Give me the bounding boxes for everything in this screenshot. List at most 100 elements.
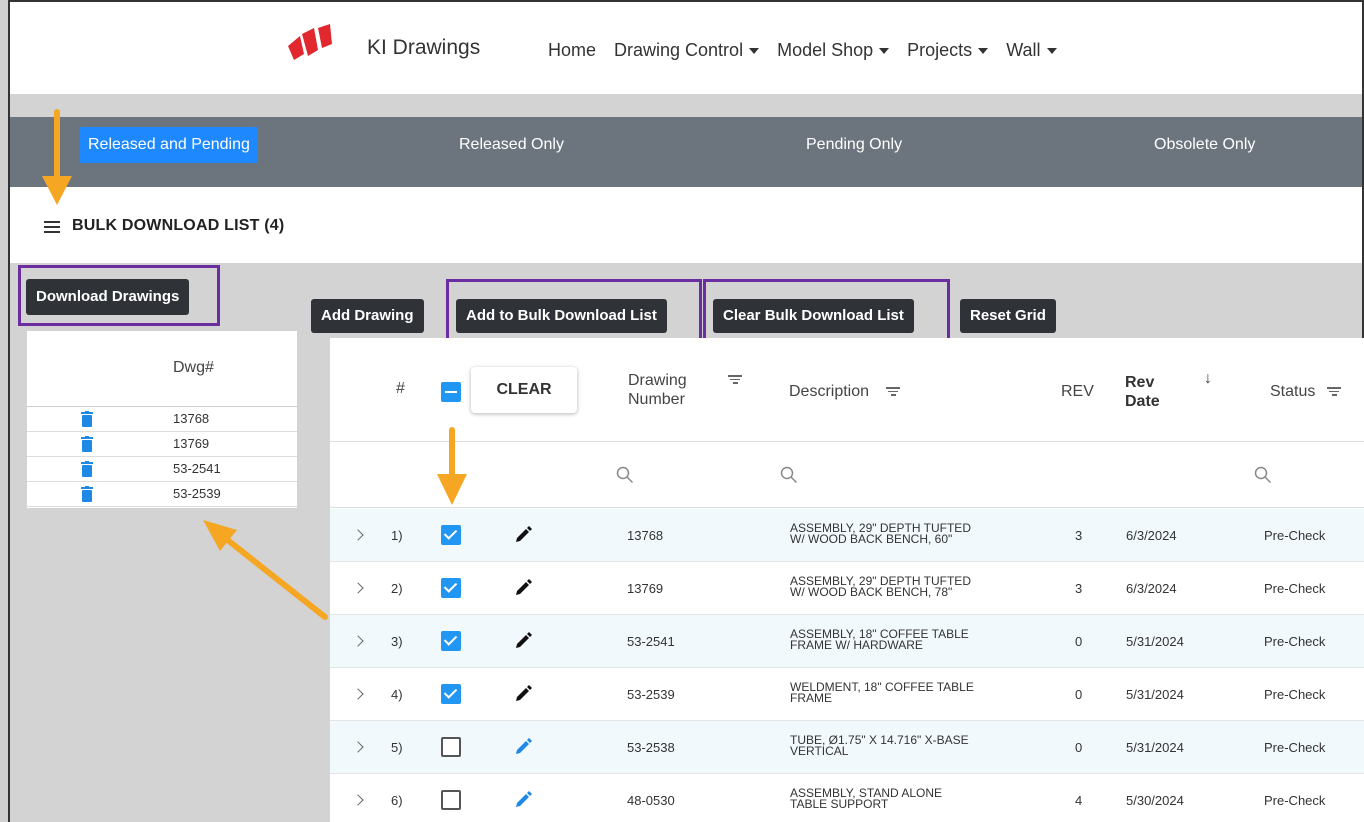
clear-bulk-button[interactable]: Clear Bulk Download List <box>713 299 914 333</box>
bulk-list-item: 13769 <box>27 432 297 457</box>
caret-down-icon <box>978 47 989 54</box>
description: ASSEMBLY, STAND ALONE TABLE SUPPORT <box>790 787 1030 811</box>
chevron-right-icon[interactable] <box>352 688 364 700</box>
search-icon[interactable] <box>616 466 634 484</box>
chevron-right-icon[interactable] <box>352 794 364 806</box>
pencil-icon[interactable] <box>513 631 533 651</box>
table-row[interactable]: 1) 13768 ASSEMBLY, 29" DEPTH TUFTED W/ WOOD… <box>330 509 1364 562</box>
row-checkbox[interactable] <box>441 631 461 651</box>
table-row[interactable]: 3) 53-2541 ASSEMBLY, 18" COFFEE TABLE FRAME… <box>330 615 1364 668</box>
pencil-icon[interactable] <box>513 525 533 545</box>
clear-selection-button[interactable]: CLEAR <box>471 367 577 413</box>
top-navbar: KI Drawings Home Drawing Control Model S… <box>10 2 1362 94</box>
drawing-number[interactable]: 53-2539 <box>627 687 675 702</box>
description-line-2: FRAME W/ HARDWARE <box>790 638 923 652</box>
bulk-download-title[interactable]: BULK DOWNLOAD LIST (4) <box>72 217 284 235</box>
row-checkbox[interactable] <box>441 684 461 704</box>
filter-icon[interactable] <box>1327 387 1341 397</box>
rev: 3 <box>1075 581 1083 596</box>
table-row[interactable]: 6) 48-0530 ASSEMBLY, STAND ALONE TABLE SUPP… <box>330 774 1364 822</box>
bulk-list-dwg-number: 53-2539 <box>173 486 221 501</box>
status-obsolete-only[interactable]: Obsolete Only <box>1146 127 1263 163</box>
caret-down-icon <box>879 47 890 54</box>
pencil-icon[interactable] <box>513 684 533 704</box>
sort-down-icon[interactable]: ↓ <box>1204 370 1212 388</box>
nav-home-label: Home <box>548 40 597 60</box>
pencil-icon[interactable] <box>513 578 533 598</box>
search-icon[interactable] <box>780 466 798 484</box>
bulk-download-header: BULK DOWNLOAD LIST (4) <box>10 187 1362 263</box>
drawing-number[interactable]: 13769 <box>627 581 663 596</box>
pencil-icon[interactable] <box>513 790 533 810</box>
status-released-and-pending[interactable]: Released and Pending <box>80 127 258 163</box>
search-icon[interactable] <box>1254 466 1272 484</box>
chevron-right-icon[interactable] <box>352 741 364 753</box>
select-all-checkbox[interactable] <box>441 382 461 402</box>
nav-drawing-control[interactable]: Drawing Control <box>614 40 760 61</box>
drawing-number[interactable]: 53-2541 <box>627 634 675 649</box>
bulk-list-item: 53-2539 <box>27 482 297 507</box>
chevron-right-icon[interactable] <box>352 529 364 541</box>
nav-wall[interactable]: Wall <box>1006 40 1057 61</box>
pencil-icon[interactable] <box>513 737 533 757</box>
col-rev[interactable]: REV <box>1061 383 1094 401</box>
drawing-number[interactable]: 53-2538 <box>627 740 675 755</box>
rev: 0 <box>1075 687 1083 702</box>
nav-drawing-control-label: Drawing Control <box>614 40 744 60</box>
status-filter-bar: Released and Pending Released Only Pendi… <box>10 117 1362 187</box>
add-drawing-button[interactable]: Add Drawing <box>311 299 424 333</box>
row-checkbox[interactable] <box>441 790 461 810</box>
rev-date: 5/31/2024 <box>1126 634 1184 649</box>
nav-projects-label: Projects <box>907 40 973 60</box>
rev: 3 <box>1075 528 1083 543</box>
status: Pre-Check <box>1264 581 1326 596</box>
trash-icon[interactable] <box>81 461 93 477</box>
chevron-right-icon[interactable] <box>352 582 364 594</box>
brand-title[interactable]: KI Drawings <box>367 36 480 60</box>
row-checkbox[interactable] <box>441 525 461 545</box>
trash-icon[interactable] <box>81 486 93 502</box>
bulk-list-item: 53-2541 <box>27 457 297 482</box>
grid-filter-row <box>330 442 1364 508</box>
row-checkbox[interactable] <box>441 578 461 598</box>
table-row[interactable]: 5) 53-2538 TUBE, Ø1.75" X 14.716" X-BASE VE… <box>330 721 1364 774</box>
row-checkbox[interactable] <box>441 737 461 757</box>
col-status[interactable]: Status <box>1270 383 1315 401</box>
drawing-number[interactable]: 48-0530 <box>627 793 675 808</box>
status: Pre-Check <box>1264 793 1326 808</box>
row-index: 5) <box>391 740 403 755</box>
grid-header: # CLEAR Drawing Number Description REV R… <box>330 338 1364 442</box>
trash-icon[interactable] <box>81 411 93 427</box>
filter-icon[interactable] <box>886 387 900 397</box>
nav-home[interactable]: Home <box>548 40 596 61</box>
bulk-list-dwg-number: 53-2541 <box>173 461 221 476</box>
nav-model-shop-label: Model Shop <box>777 40 874 60</box>
reset-grid-button[interactable]: Reset Grid <box>960 299 1056 333</box>
nav-model-shop[interactable]: Model Shop <box>777 40 890 61</box>
row-index: 6) <box>391 793 403 808</box>
table-row[interactable]: 4) 53-2539 WELDMENT, 18" COFFEE TABLE FRAME… <box>330 668 1364 721</box>
col-rev-date[interactable]: Rev Date <box>1125 373 1167 411</box>
status: Pre-Check <box>1264 740 1326 755</box>
chevron-right-icon[interactable] <box>352 635 364 647</box>
menu-icon[interactable] <box>44 221 60 233</box>
status-pending-only[interactable]: Pending Only <box>798 127 910 163</box>
rev: 0 <box>1075 634 1083 649</box>
col-drawing-number[interactable]: Drawing Number <box>628 371 708 409</box>
trash-icon[interactable] <box>81 436 93 452</box>
table-row[interactable]: 2) 13769 ASSEMBLY, 29" DEPTH TUFTED W/ WOOD… <box>330 562 1364 615</box>
description: ASSEMBLY, 18" COFFEE TABLE FRAME W/ HARDW… <box>790 628 1030 652</box>
nav-projects[interactable]: Projects <box>907 40 989 61</box>
add-to-bulk-button[interactable]: Add to Bulk Download List <box>456 299 667 333</box>
col-description[interactable]: Description <box>789 383 869 401</box>
row-index: 1) <box>391 528 403 543</box>
bulk-list-header: Dwg# <box>27 331 297 407</box>
description-line-2: TABLE SUPPORT <box>790 797 889 811</box>
rev: 4 <box>1075 793 1083 808</box>
description: ASSEMBLY, 29" DEPTH TUFTED W/ WOOD BACK B… <box>790 522 1030 545</box>
description-line-2: W/ WOOD BACK BENCH, 78" <box>790 585 953 599</box>
filter-icon[interactable] <box>728 375 742 385</box>
drawing-number[interactable]: 13768 <box>627 528 663 543</box>
status-released-only[interactable]: Released Only <box>451 127 572 163</box>
download-drawings-button[interactable]: Download Drawings <box>26 279 190 315</box>
